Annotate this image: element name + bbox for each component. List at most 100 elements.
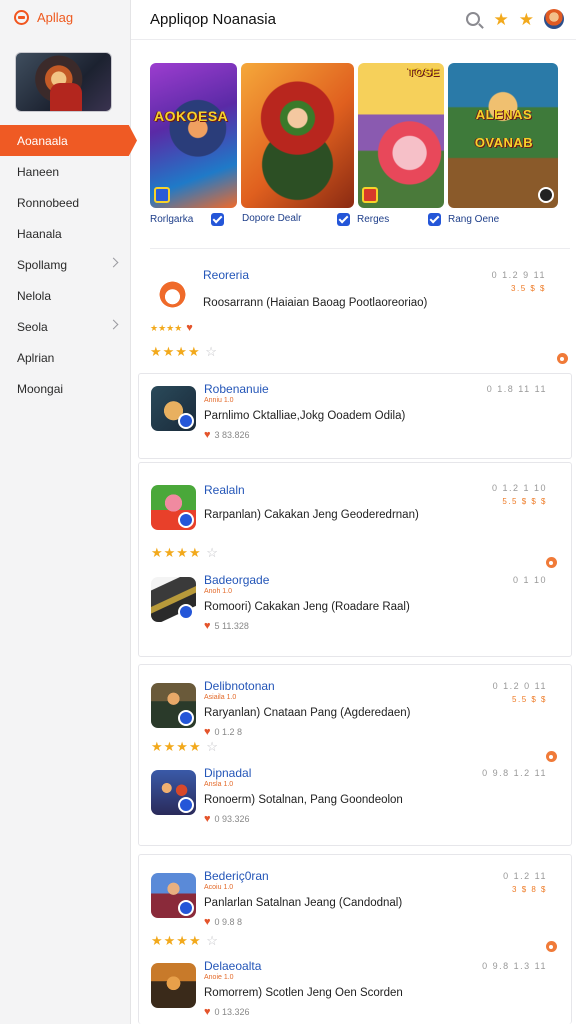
list-item[interactable]: Robenanuie Anniu 1.0 Parnlimo Cktalliae,…: [151, 382, 561, 462]
sidebar-item-4[interactable]: Spollamg: [0, 249, 131, 280]
app-icon: [150, 272, 195, 317]
list-item[interactable]: Dipnadal Ansla 1.0 Ronoerm) Sotalnan, Pa…: [151, 766, 561, 846]
star-icon[interactable]: ★: [519, 11, 534, 28]
featured-label[interactable]: Rerges: [337, 213, 389, 226]
heart-icon: ♥: [204, 726, 211, 738]
sidebar-item-0[interactable]: Aoanaala: [0, 125, 137, 156]
rating-filled: ★★★★: [151, 545, 202, 560]
app-likes: ♥ 0 1.2 8: [204, 726, 242, 738]
featured-label[interactable]: Rang Oene: [428, 213, 499, 226]
app-description: Panlarlan Satalnan Jeang (Candodnal): [204, 897, 403, 909]
list-item[interactable]: Reoreria Roosarrann (Haiaian Baoag Pootl…: [150, 268, 560, 359]
app-icon: [151, 485, 196, 530]
sidebar-item-3[interactable]: Haanala: [0, 218, 131, 249]
sidebar-item-7[interactable]: Aplrian: [0, 342, 131, 373]
app-logo[interactable]: Apllag: [14, 10, 73, 25]
app-subtitle: Anniu 1.0: [204, 397, 234, 404]
header-actions: ★ ★: [465, 9, 564, 29]
sidebar-item-6[interactable]: Seola: [0, 311, 131, 342]
app-icon: [151, 873, 196, 918]
featured-label-text: Rerges: [357, 214, 390, 225]
featured-label[interactable]: Dopore Dealr: [242, 213, 301, 224]
sidebar-item-label: Moongai: [17, 381, 64, 396]
app-description: Romoori) Cakakan Jeng (Roadare Raal): [204, 601, 410, 613]
sidebar-item-label: Spollamg: [17, 257, 68, 272]
check-icon: [211, 213, 225, 226]
featured-card[interactable]: [241, 63, 354, 208]
rating-stars: ★★★★ ☆: [151, 545, 219, 561]
sidebar-item-label: Haneen: [17, 164, 60, 179]
app-name: Apllag: [37, 10, 74, 25]
user-avatar[interactable]: [544, 9, 564, 29]
app-subtitle: Ansla 1.0: [204, 781, 234, 788]
list-item[interactable]: Realaln Rarpanlan) Cakakan Jeng Geodered…: [151, 481, 561, 561]
sidebar-item-1[interactable]: Haneen: [0, 156, 131, 187]
rating-filled: ★★★★: [150, 344, 201, 359]
divider: [150, 248, 570, 249]
price-label: 3.5 $ $: [511, 284, 546, 293]
app-meta: 0 1.2 1 10 5.5 $ $ $: [492, 481, 547, 509]
meta-numbers: 0 1.2 9 11: [491, 270, 546, 280]
app-icon: [151, 386, 196, 431]
app-title: Bederiç0ran: [204, 869, 269, 883]
featured-card[interactable]: ALENAS OVANAB: [448, 63, 558, 208]
heart-icon: ♥: [204, 916, 211, 928]
likes-count: 0 9.8 8: [214, 917, 243, 927]
app-subtitle: Acoiu 1.0: [204, 884, 234, 891]
list-item[interactable]: Bederiç0ran Acoiu 1.0 Panlarlan Satalnan…: [151, 869, 561, 949]
featured-card[interactable]: AOKOESA: [150, 63, 237, 208]
sidebar: Apllag Aoanaala Haneen Ronnobeed Haanala…: [0, 0, 137, 1024]
app-icon: [151, 770, 196, 815]
sidebar-item-2[interactable]: Ronnobeed: [0, 187, 131, 218]
game-art: [241, 63, 354, 208]
app-likes: ♥ 3 83.826: [204, 429, 250, 441]
rating-small: ★★★★ ♥: [150, 322, 193, 334]
app-meta: 0 1.2 9 11 3.5 $ $: [492, 268, 546, 296]
sidebar-item-label: Nelola: [17, 288, 52, 303]
price-label: 3 $ 8 $: [512, 885, 547, 894]
game-badge-icon: [538, 187, 554, 203]
check-icon: [337, 213, 350, 226]
app-list-group: Delibnotonan Asiaila 1.0 Raryanlan) Cnat…: [138, 664, 572, 846]
featured-carousel: AOKOESA TOSE ALENAS OVANAB Rorlgarka Dop…: [150, 63, 560, 233]
app-title: Delibnotonan: [204, 679, 275, 693]
price-label: 5.5 $ $ $: [502, 497, 547, 506]
heart-icon: ♥: [204, 1006, 211, 1018]
app-icon: [151, 577, 196, 622]
featured-label-text: Dopore Dealr: [242, 213, 302, 224]
list-item[interactable]: Badeorgade Anoh 1.0 Romoori) Cakakan Jen…: [151, 573, 561, 653]
likes-count: 0 13.326: [214, 1007, 250, 1017]
app-description: Raryanlan) Cnataan Pang (Agderedaen): [204, 707, 411, 719]
app-meta: 0 1.2 11 3 $ 8 $: [503, 869, 547, 897]
sidebar-item-label: Haanala: [17, 226, 62, 241]
notification-dot-icon[interactable]: [546, 751, 557, 762]
app-description: Parnlimo Cktalliae,Jokg Ooadem Odila): [204, 410, 406, 422]
profile-avatar[interactable]: [15, 52, 112, 112]
page-title: Appliqop Noanasia: [150, 11, 276, 28]
sidebar-item-8[interactable]: Moongai: [0, 373, 131, 404]
featured-label[interactable]: Rorlgarka: [150, 213, 225, 226]
sidebar-item-5[interactable]: Nelola: [0, 280, 131, 311]
app-meta: 0 9.8 1.2 11: [482, 766, 547, 780]
app-subtitle: Anoie 1.0: [204, 974, 234, 981]
star-icon[interactable]: ★: [494, 11, 509, 28]
list-item[interactable]: Delaeoalta Anoie 1.0 Romorrem) Scotlen J…: [151, 959, 561, 1024]
app-title: Realaln: [204, 483, 245, 497]
notification-dot-icon[interactable]: [546, 557, 557, 568]
app-list-group: Robenanuie Anniu 1.0 Parnlimo Cktalliae,…: [138, 373, 572, 459]
notification-dot-icon[interactable]: [546, 941, 557, 952]
top-header: Appliqop Noanasia ★ ★: [131, 0, 576, 40]
featured-label-text: Rang Oene: [448, 214, 500, 225]
likes-count: 5 11.328: [214, 621, 249, 631]
rating-empty: ☆: [205, 344, 218, 359]
chevron-right-icon: [108, 319, 119, 330]
featured-art-text: AOKOESA: [154, 108, 229, 124]
app-title: Dipnadal: [204, 766, 252, 780]
app-list-group: Realaln Rarpanlan) Cakakan Jeng Geodered…: [138, 462, 572, 657]
featured-card[interactable]: TOSE: [358, 63, 444, 208]
search-icon[interactable]: [465, 12, 480, 26]
heart-icon: ♥: [204, 813, 211, 825]
notification-dot-icon[interactable]: [557, 353, 568, 364]
app-list-group: Reoreria Roosarrann (Haiaian Baoag Pootl…: [148, 266, 576, 371]
list-item[interactable]: Delibnotonan Asiaila 1.0 Raryanlan) Cnat…: [151, 679, 561, 759]
